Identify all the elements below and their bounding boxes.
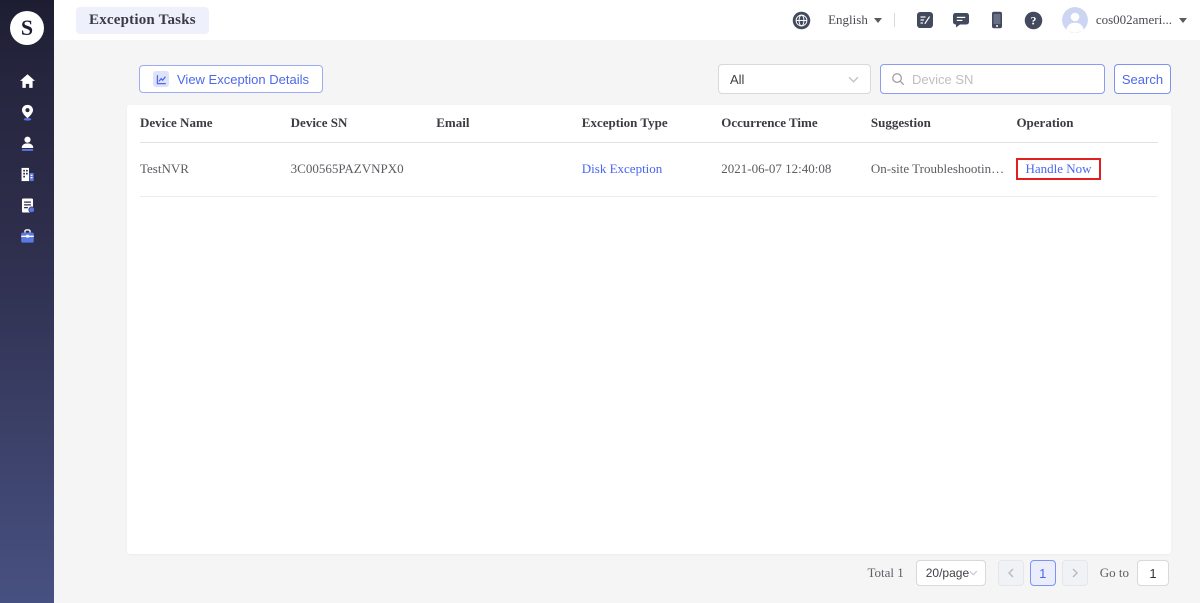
device-sn-input[interactable] (912, 71, 1094, 87)
toolbox-icon (19, 228, 36, 250)
sidebar-item-organization[interactable] (0, 161, 54, 192)
page-title: Exception Tasks (76, 6, 209, 34)
handle-now-highlight: Handle Now (1016, 158, 1101, 180)
table-header-row: Device Name Device SN Email Exception Ty… (140, 105, 1158, 143)
exception-type-select-value: All (730, 71, 745, 87)
col-email: Email (436, 105, 582, 143)
sidebar-item-exception-tasks[interactable] (0, 192, 54, 223)
feedback-icon[interactable] (916, 11, 934, 29)
user-icon (19, 135, 36, 157)
app-logo[interactable]: S (0, 0, 54, 56)
page-size-value: 20/page (925, 566, 970, 580)
next-page-button[interactable] (1061, 560, 1088, 586)
divider (893, 13, 895, 27)
organization-icon (19, 166, 36, 188)
tasks-icon (19, 197, 36, 219)
sidebar-item-users[interactable] (0, 130, 54, 161)
cell-suggestion: On-site Troubleshooting+Contacting ... (870, 142, 1017, 197)
exception-tasks-table-card: Device Name Device SN Email Exception Ty… (127, 105, 1171, 554)
disk-exception-link[interactable]: Disk Exception (582, 161, 663, 176)
goto-label: Go to (1099, 565, 1129, 580)
handle-now-link[interactable]: Handle Now (1025, 161, 1091, 176)
chart-icon (153, 71, 169, 87)
col-exception-type: Exception Type (581, 105, 722, 143)
sidebar-item-toolbox[interactable] (0, 223, 54, 254)
prev-page-button[interactable] (997, 560, 1024, 586)
filters: All Search (718, 64, 1171, 94)
chevron-down-icon[interactable] (1179, 17, 1187, 23)
col-occurrence-time: Occurrence Time (721, 105, 871, 143)
sidebar-nav (0, 68, 54, 254)
device-sn-search-box (880, 64, 1105, 94)
help-icon[interactable]: ? (1024, 11, 1043, 30)
topbar: Exception Tasks English ? cos002ameri... (54, 0, 1200, 40)
chevron-left-icon (1007, 568, 1014, 578)
chevron-down-icon (848, 76, 859, 83)
mobile-icon[interactable] (988, 11, 1006, 29)
sidebar: S (0, 0, 54, 603)
chevron-down-icon[interactable] (873, 17, 882, 23)
page-size-select[interactable]: 20/page (915, 560, 986, 586)
view-exception-details-label: View Exception Details (177, 71, 309, 87)
home-icon (19, 73, 36, 95)
total-count-label: Total 1 (867, 565, 904, 580)
col-device-sn: Device SN (290, 105, 437, 143)
cell-exception-type: Disk Exception (581, 142, 722, 197)
main-area: Exception Tasks English ? cos002ameri...… (54, 0, 1200, 603)
avatar[interactable] (1061, 7, 1088, 33)
logo-icon: S (10, 11, 44, 45)
col-suggestion: Suggestion (870, 105, 1017, 143)
toolbar: View Exception Details All Search (127, 64, 1171, 94)
username-label[interactable]: cos002ameri... (1096, 12, 1172, 28)
sidebar-item-home[interactable] (0, 68, 54, 99)
search-button[interactable]: Search (1114, 64, 1171, 94)
cell-operation: Handle Now (1016, 142, 1158, 197)
cell-device-name: TestNVR (140, 142, 291, 197)
pagination: Total 1 20/page 1 Go to (867, 560, 1169, 586)
table-row: TestNVR 3C00565PAZVNPX0 Disk Exception 2… (140, 142, 1158, 197)
exception-tasks-table: Device Name Device SN Email Exception Ty… (140, 105, 1158, 197)
chevron-right-icon (1072, 568, 1078, 578)
col-operation: Operation (1016, 105, 1158, 143)
view-exception-details-button[interactable]: View Exception Details (139, 65, 323, 93)
cell-occurrence-time: 2021-06-07 12:40:08 (721, 142, 871, 197)
page-1-button[interactable]: 1 (1029, 560, 1056, 586)
col-device-name: Device Name (140, 105, 291, 143)
svg-text:?: ? (1030, 14, 1036, 27)
exception-type-select[interactable]: All (718, 64, 871, 94)
topbar-actions: English ? cos002ameri... (792, 7, 1187, 33)
app-window: S Exception Tasks English ? cos002ameri.… (0, 0, 1200, 603)
location-pin-icon (19, 104, 36, 126)
chevron-down-icon (969, 570, 978, 576)
content: View Exception Details All Search (54, 40, 1200, 603)
search-icon (892, 73, 905, 86)
globe-icon[interactable] (792, 11, 811, 30)
sidebar-item-devices[interactable] (0, 99, 54, 130)
goto-page-input[interactable] (1137, 560, 1169, 586)
message-icon[interactable] (952, 11, 970, 29)
cell-email (436, 142, 582, 197)
language-selector-label[interactable]: English (828, 12, 868, 28)
cell-device-sn: 3C00565PAZVNPX0 (290, 142, 437, 197)
